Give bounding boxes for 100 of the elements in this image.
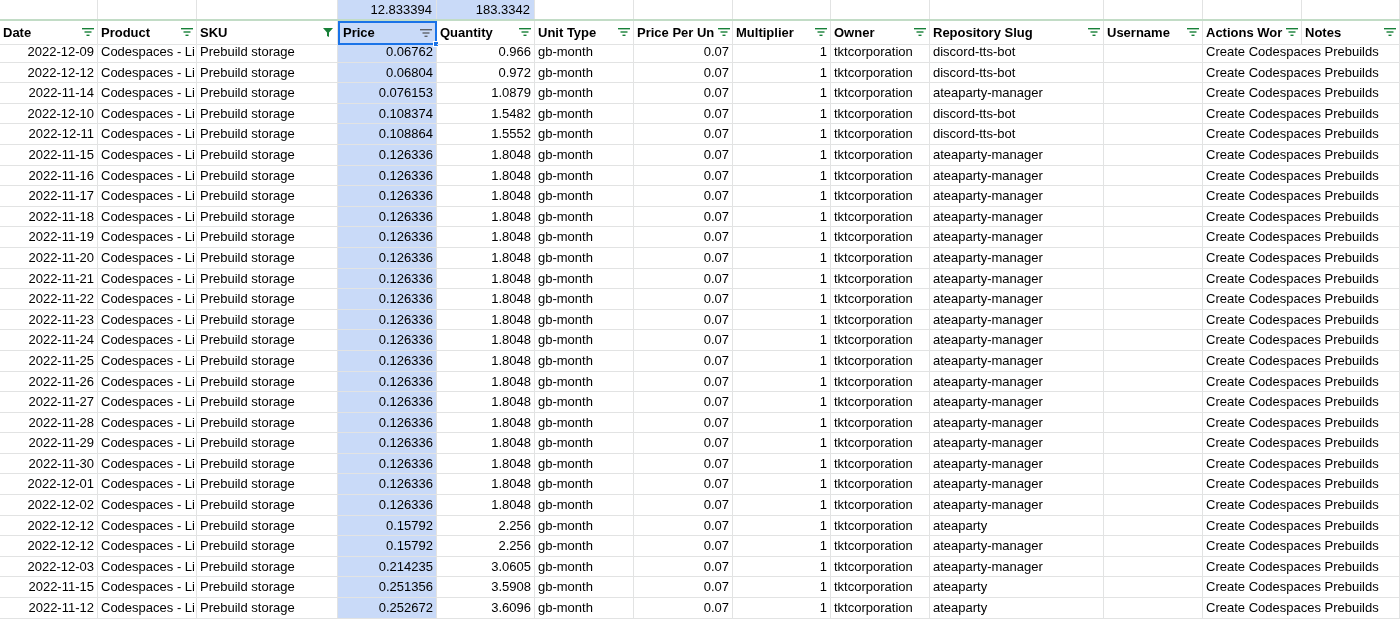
table-cell: 0.07 <box>634 247 733 269</box>
table-cell: ateaparty-manager <box>930 206 1104 228</box>
table-cell: Create Codespaces Prebuilds <box>1203 350 1400 372</box>
filter-icon[interactable] <box>1286 27 1299 38</box>
table-cell: 2022-12-09 <box>0 42 98 63</box>
header-label: Price <box>343 24 375 42</box>
filter-icon[interactable] <box>420 27 432 38</box>
filter-icon[interactable] <box>1088 27 1100 38</box>
fill-handle[interactable] <box>433 40 439 47</box>
column-header[interactable]: Unit Type <box>535 21 634 45</box>
table-cell: Create Codespaces Prebuilds <box>1203 165 1400 187</box>
table-cell: tktcorporation <box>831 206 930 228</box>
table-cell: 2022-12-02 <box>0 495 98 516</box>
table-cell: 2022-12-12 <box>0 536 98 557</box>
table-cell: 0.126336 <box>338 495 437 516</box>
table-cell: 0.126336 <box>338 474 437 496</box>
table-cell: gb-month <box>535 289 634 310</box>
column-header[interactable]: Price Per Un <box>634 21 733 45</box>
table-cell: Codespaces - Li <box>98 330 197 351</box>
table-cell: 0.07 <box>634 165 733 187</box>
table-cell: 0.07 <box>634 350 733 372</box>
table-cell: gb-month <box>535 350 634 372</box>
table-cell: Codespaces - Li <box>98 289 197 310</box>
filter-icon[interactable] <box>815 27 827 38</box>
table-cell: gb-month <box>535 42 634 63</box>
column-header[interactable]: Repository Slug <box>930 21 1104 45</box>
table-cell: 1 <box>733 515 831 537</box>
column-header[interactable]: Username <box>1104 21 1203 45</box>
table-cell: 1 <box>733 62 831 84</box>
table-cell: 1.8048 <box>437 495 535 516</box>
table-cell: 1 <box>733 186 831 207</box>
filter-icon[interactable] <box>718 27 731 38</box>
table-cell: 0.07 <box>634 371 733 393</box>
table-cell: ateaparty-manager <box>930 186 1104 207</box>
table-cell: gb-month <box>535 124 634 145</box>
table-cell: Create Codespaces Prebuilds <box>1203 495 1400 516</box>
table-cell: ateaparty <box>930 515 1104 537</box>
table-cell: 2022-11-14 <box>0 83 98 104</box>
filter-icon[interactable] <box>618 27 630 38</box>
table-cell: gb-month <box>535 556 634 578</box>
table-cell: 0.126336 <box>338 330 437 351</box>
table-cell: 2022-11-25 <box>0 350 98 372</box>
table-cell: 2022-12-03 <box>0 556 98 578</box>
table-cell: gb-month <box>535 474 634 496</box>
column-header[interactable]: Notes <box>1302 21 1400 45</box>
table-cell: gb-month <box>535 186 634 207</box>
table-cell: Codespaces - Li <box>98 165 197 187</box>
table-cell: 0.126336 <box>338 165 437 187</box>
table-cell: 1.8048 <box>437 474 535 496</box>
table-cell: ateaparty-manager <box>930 474 1104 496</box>
filter-icon[interactable] <box>82 27 94 38</box>
filter-icon[interactable] <box>1384 27 1396 38</box>
table-cell: 1.8048 <box>437 371 535 393</box>
column-header[interactable]: Quantity <box>437 21 535 45</box>
table-cell: 1.5552 <box>437 124 535 145</box>
table-cell: 0.126336 <box>338 206 437 228</box>
table-cell: 1 <box>733 124 831 145</box>
table-cell: Codespaces - Li <box>98 474 197 496</box>
table-cell: tktcorporation <box>831 515 930 537</box>
column-header[interactable]: Multiplier <box>733 21 831 45</box>
table-cell: discord-tts-bot <box>930 103 1104 125</box>
column-header[interactable]: Date <box>0 21 98 45</box>
table-cell: Create Codespaces Prebuilds <box>1203 412 1400 434</box>
filter-icon[interactable] <box>1187 27 1199 38</box>
table-cell: ateaparty-manager <box>930 227 1104 248</box>
column-header[interactable]: Actions Wor <box>1203 21 1302 45</box>
table-cell: ateaparty-manager <box>930 165 1104 187</box>
table-cell: 0.126336 <box>338 412 437 434</box>
filter-icon[interactable] <box>914 27 926 38</box>
filter-active-icon[interactable] <box>322 26 334 39</box>
table-cell: 1 <box>733 330 831 351</box>
header-label: Product <box>101 23 151 42</box>
table-cell: 2022-11-16 <box>0 165 98 187</box>
column-header[interactable]: Product <box>98 21 197 45</box>
table-cell: tktcorporation <box>831 103 930 125</box>
table-cell: gb-month <box>535 83 634 104</box>
filter-icon[interactable] <box>181 27 193 38</box>
table-cell: 0.07 <box>634 309 733 331</box>
header-label: Repository Slug <box>933 23 1033 42</box>
table-cell: 1 <box>733 206 831 228</box>
table-cell: 0.07 <box>634 330 733 351</box>
column-header[interactable]: Owner <box>831 21 930 45</box>
table-cell: Create Codespaces Prebuilds <box>1203 536 1400 557</box>
table-cell: 0.07 <box>634 577 733 599</box>
table-cell: 1 <box>733 103 831 125</box>
table-cell: gb-month <box>535 309 634 331</box>
table-cell: Codespaces - Li <box>98 515 197 537</box>
column-header[interactable]: Price <box>338 21 437 45</box>
table-cell: 0.126336 <box>338 186 437 207</box>
table-cell: tktcorporation <box>831 598 930 619</box>
filter-icon[interactable] <box>519 27 531 38</box>
table-cell: gb-month <box>535 330 634 351</box>
table-cell: 0.07 <box>634 62 733 84</box>
header-label: Date <box>3 23 32 42</box>
table-cell: 0.126336 <box>338 144 437 166</box>
table-cell: 0.126336 <box>338 453 437 475</box>
table-cell: gb-month <box>535 453 634 475</box>
table-cell: tktcorporation <box>831 227 930 248</box>
table-cell: ateaparty-manager <box>930 144 1104 166</box>
table-cell: 0.251356 <box>338 577 437 599</box>
